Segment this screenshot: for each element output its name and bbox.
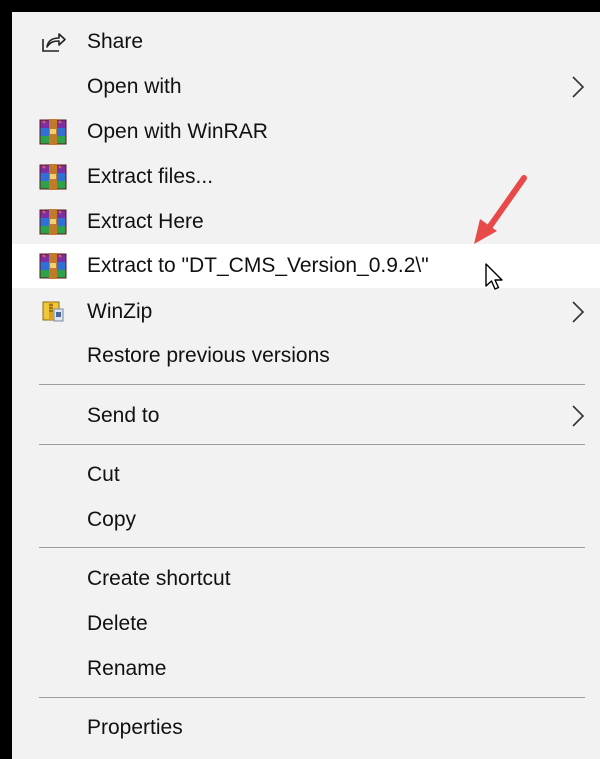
menu-item-send-to[interactable]: Send to <box>12 394 600 438</box>
share-icon <box>38 27 68 57</box>
menu-item-label: Share <box>87 30 144 53</box>
winrar-icon <box>38 251 68 281</box>
menu-item-label: Properties <box>87 716 183 739</box>
menu-item-rename[interactable]: Rename <box>12 647 600 691</box>
menu-separator <box>39 697 585 698</box>
menu-item-create-shortcut[interactable]: Create shortcut <box>12 557 600 601</box>
menu-item-open-with[interactable]: Open with <box>12 65 600 109</box>
chevron-right-icon <box>572 301 585 323</box>
menu-item-properties[interactable]: Properties <box>12 706 600 750</box>
menu-item-label: Extract Here <box>87 210 204 233</box>
menu-item-label: Extract to "DT_CMS_Version_0.9.2\" <box>87 254 429 277</box>
winrar-icon <box>38 117 68 147</box>
chevron-right-icon <box>572 76 585 98</box>
menu-item-restore-previous-versions[interactable]: Restore previous versions <box>12 334 600 378</box>
menu-item-label: Delete <box>87 612 148 635</box>
menu-item-cut[interactable]: Cut <box>12 453 600 497</box>
menu-item-label: Restore previous versions <box>87 344 330 367</box>
menu-item-label: WinZip <box>87 300 153 323</box>
winrar-icon <box>38 162 68 192</box>
menu-item-label: Send to <box>87 404 160 427</box>
menu-separator <box>39 384 585 385</box>
menu-item-extract-files[interactable]: Extract files... <box>12 155 600 199</box>
menu-item-label: Rename <box>87 657 167 680</box>
menu-item-label: Open with <box>87 75 182 98</box>
menu-separator <box>39 547 585 548</box>
winzip-icon <box>38 297 68 327</box>
menu-item-extract-to-folder[interactable]: Extract to "DT_CMS_Version_0.9.2\" <box>12 244 600 288</box>
menu-item-label: Copy <box>87 508 137 531</box>
menu-item-copy[interactable]: Copy <box>12 498 600 542</box>
menu-item-extract-here[interactable]: Extract Here <box>12 200 600 244</box>
menu-item-open-with-winrar[interactable]: Open with WinRAR <box>12 110 600 154</box>
menu-item-label: Cut <box>87 463 120 486</box>
chevron-right-icon <box>572 405 585 427</box>
menu-item-label: Create shortcut <box>87 567 231 590</box>
menu-item-winzip[interactable]: WinZip <box>12 290 600 334</box>
menu-item-delete[interactable]: Delete <box>12 602 600 646</box>
menu-separator <box>39 444 585 445</box>
menu-item-label: Open with WinRAR <box>87 120 268 143</box>
winrar-icon <box>38 207 68 237</box>
menu-item-label: Extract files... <box>87 165 214 188</box>
context-menu: Share Open with Open with WinRAR Extract… <box>12 12 600 759</box>
menu-item-share[interactable]: Share <box>12 20 600 64</box>
